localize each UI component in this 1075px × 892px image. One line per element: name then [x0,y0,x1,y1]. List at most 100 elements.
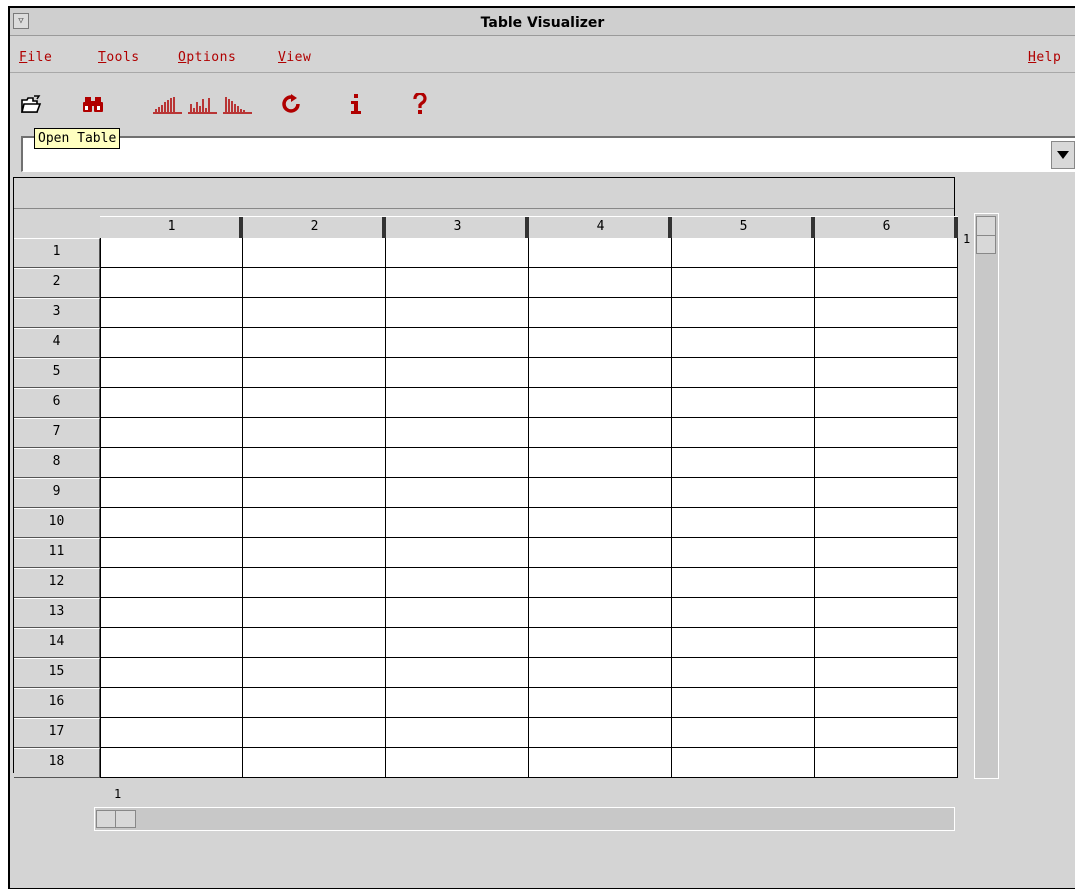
table-cell[interactable] [815,298,958,328]
help-button[interactable] [407,90,433,118]
table-selector-combo[interactable] [21,136,1075,172]
table-cell[interactable] [386,328,529,358]
table-cell[interactable] [386,358,529,388]
table-cell[interactable] [243,298,386,328]
table-cell[interactable] [100,448,243,478]
table-cell[interactable] [100,298,243,328]
table-cell[interactable] [529,478,672,508]
table-cell[interactable] [386,238,529,268]
table-cell[interactable] [386,598,529,628]
table-cell[interactable] [386,628,529,658]
table-cell[interactable] [529,688,672,718]
table-cell[interactable] [386,718,529,748]
table-cell[interactable] [529,658,672,688]
column-header[interactable]: 1 [100,216,243,239]
table-cell[interactable] [100,328,243,358]
histogram-ascending-button[interactable] [151,90,185,118]
histogram-descending-button[interactable] [221,90,255,118]
table-cell[interactable] [100,598,243,628]
table-cell[interactable] [243,448,386,478]
horizontal-scroll-thumb[interactable] [96,810,136,828]
menu-help[interactable]: Help [1028,50,1061,65]
row-header[interactable]: 16 [14,688,100,718]
row-header[interactable]: 8 [14,448,100,478]
table-cell[interactable] [243,418,386,448]
table-cell[interactable] [529,388,672,418]
table-cell[interactable] [100,568,243,598]
row-header[interactable]: 15 [14,658,100,688]
vertical-scroll-thumb[interactable] [976,216,996,254]
menu-tools[interactable]: Tools [98,50,140,65]
row-header[interactable]: 1 [14,238,100,268]
row-header[interactable]: 3 [14,298,100,328]
table-cell[interactable] [529,508,672,538]
refresh-button[interactable] [278,90,304,118]
table-cell[interactable] [815,328,958,358]
table-cell[interactable] [529,628,672,658]
row-header[interactable]: 5 [14,358,100,388]
column-header[interactable]: 6 [815,216,958,239]
row-header[interactable]: 13 [14,598,100,628]
table-cell[interactable] [815,598,958,628]
table-cell[interactable] [386,478,529,508]
table-cell[interactable] [672,448,815,478]
open-table-button[interactable] [18,90,44,118]
table-cell[interactable] [672,628,815,658]
table-cell[interactable] [243,688,386,718]
table-cell[interactable] [672,568,815,598]
table-cell[interactable] [243,538,386,568]
table-cell[interactable] [100,628,243,658]
table-cell[interactable] [529,328,672,358]
row-header[interactable]: 4 [14,328,100,358]
table-cell[interactable] [386,748,529,778]
row-header[interactable]: 10 [14,508,100,538]
table-cell[interactable] [386,688,529,718]
table-cell[interactable] [100,388,243,418]
table-cell[interactable] [100,718,243,748]
column-resize-handle[interactable] [954,217,958,239]
table-cell[interactable] [815,418,958,448]
table-cell[interactable] [243,598,386,628]
table-cell[interactable] [100,688,243,718]
menu-view[interactable]: View [278,50,311,65]
table-cell[interactable] [243,568,386,598]
row-header[interactable]: 9 [14,478,100,508]
table-cell[interactable] [529,268,672,298]
table-cell[interactable] [386,388,529,418]
table-cell[interactable] [815,718,958,748]
table-cell[interactable] [672,238,815,268]
table-cell[interactable] [529,748,672,778]
table-cell[interactable] [672,598,815,628]
table-cell[interactable] [815,268,958,298]
table-cell[interactable] [672,688,815,718]
table-cell[interactable] [672,418,815,448]
table-cell[interactable] [529,418,672,448]
table-cell[interactable] [386,538,529,568]
table-cell[interactable] [672,298,815,328]
table-cell[interactable] [672,658,815,688]
column-header[interactable]: 5 [672,216,815,239]
table-cell[interactable] [815,688,958,718]
table-cell[interactable] [100,658,243,688]
table-cell[interactable] [672,538,815,568]
table-cell[interactable] [243,358,386,388]
table-cell[interactable] [100,508,243,538]
horizontal-scrollbar[interactable] [94,807,955,831]
table-cell[interactable] [100,418,243,448]
table-cell[interactable] [815,478,958,508]
table-cell[interactable] [672,268,815,298]
row-header[interactable]: 12 [14,568,100,598]
table-cell[interactable] [243,658,386,688]
table-cell[interactable] [529,568,672,598]
table-cell[interactable] [815,238,958,268]
table-cell[interactable] [529,538,672,568]
table-cell[interactable] [529,718,672,748]
row-header[interactable]: 11 [14,538,100,568]
table-cell[interactable] [243,328,386,358]
table-cell[interactable] [815,448,958,478]
table-cell[interactable] [529,298,672,328]
table-cell[interactable] [529,358,672,388]
table-cell[interactable] [100,748,243,778]
table-cell[interactable] [815,508,958,538]
table-cell[interactable] [815,388,958,418]
